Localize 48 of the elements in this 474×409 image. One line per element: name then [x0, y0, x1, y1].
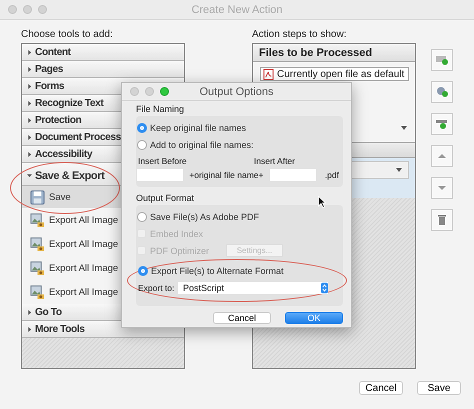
caret-icon — [27, 173, 32, 178]
extension-text: .pdf — [324, 170, 339, 180]
field-label: Insert After — [254, 156, 295, 166]
export-format-select[interactable]: PostScript — [178, 282, 328, 294]
radio-button[interactable] — [137, 212, 147, 222]
footer-button[interactable]: Save — [417, 381, 461, 395]
file-field[interactable]: Currently open file as default — [260, 67, 409, 81]
add-globe-icon[interactable] — [431, 81, 453, 103]
caret-icon — [27, 152, 32, 156]
image-export-icon — [30, 260, 45, 276]
panel-label: Choose tools to add: — [21, 28, 114, 42]
radio-button[interactable] — [137, 122, 147, 132]
move-up-icon[interactable] — [431, 145, 453, 167]
caret-icon — [27, 118, 32, 122]
file-name-text: +original file name+ — [188, 170, 264, 180]
caret-icon — [27, 100, 32, 106]
trash-icon[interactable] — [431, 209, 453, 231]
caret-icon — [27, 50, 32, 54]
image-export-icon — [30, 284, 45, 300]
mouse-cursor-icon — [318, 196, 326, 208]
pdf-file-icon — [263, 68, 274, 80]
window-title: Create New Action — [191, 4, 283, 16]
caret-icon — [27, 134, 32, 140]
section-header: Files to be Processed — [253, 44, 415, 62]
image-export-icon — [30, 236, 45, 252]
add-step-icon[interactable] — [431, 49, 453, 71]
caret-icon[interactable] — [401, 126, 407, 130]
field-label: Insert Before — [138, 156, 187, 166]
image-export-icon — [30, 212, 45, 228]
caret-icon — [396, 168, 402, 172]
radio-button[interactable] — [137, 140, 147, 150]
caret-icon — [27, 310, 32, 314]
tool-category[interactable]: Content — [22, 44, 184, 61]
panel-label: Action steps to show: — [252, 28, 348, 42]
caret-icon — [27, 84, 32, 88]
tool-category[interactable]: Pages — [22, 61, 184, 78]
stepper-icon — [321, 282, 328, 294]
caret-icon — [27, 66, 32, 72]
move-down-icon[interactable] — [431, 177, 453, 199]
insert-before-field[interactable] — [137, 169, 183, 181]
add-item-icon[interactable] — [431, 113, 453, 135]
caret-icon — [27, 326, 32, 332]
dialog-title: Output Options — [200, 86, 274, 98]
footer-button[interactable]: Cancel — [359, 381, 403, 395]
radio-button[interactable] — [138, 266, 148, 276]
field-label: Export to: — [138, 283, 176, 293]
dialog-button[interactable]: Cancel — [213, 312, 271, 324]
insert-after-field[interactable] — [270, 169, 316, 181]
